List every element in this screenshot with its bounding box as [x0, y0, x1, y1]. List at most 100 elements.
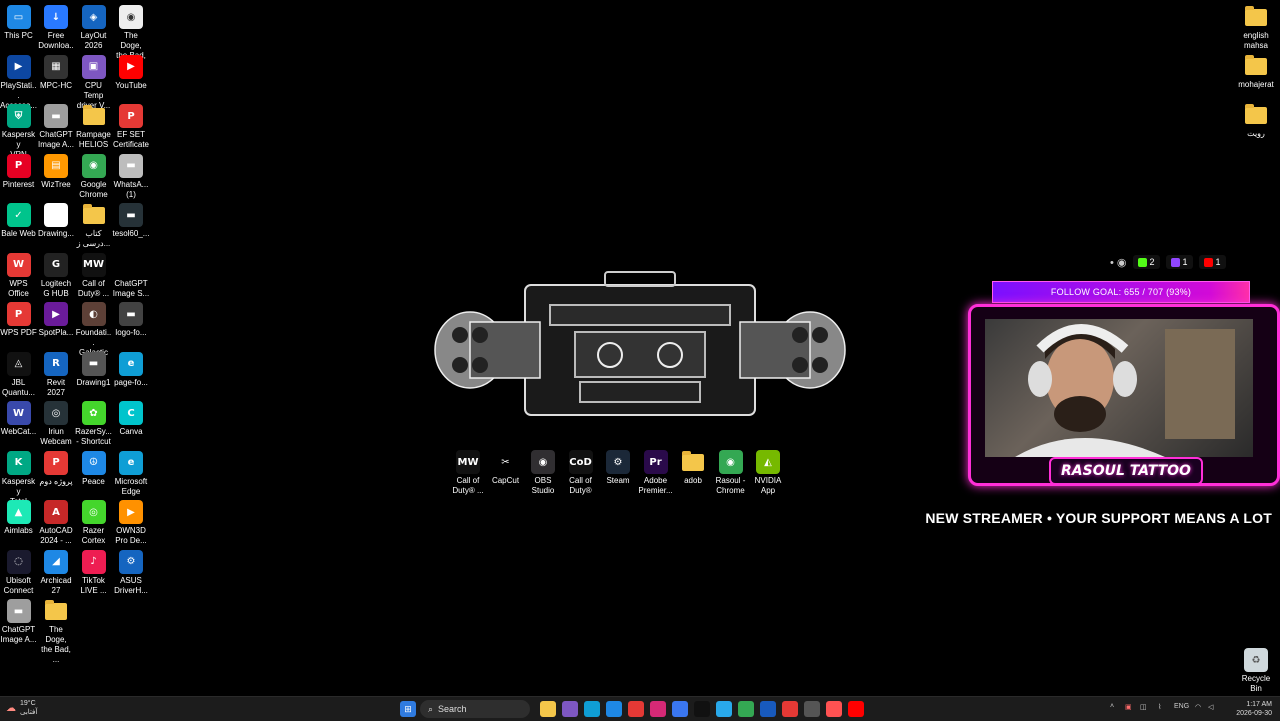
desktop-shortcut[interactable]: P WPS PDF: [0, 302, 37, 338]
snipping-icon[interactable]: [826, 701, 842, 717]
word-icon[interactable]: [760, 701, 776, 717]
document-icon: [44, 203, 68, 227]
desktop-shortcut[interactable]: ✿ RazerSy... - Shortcut: [75, 401, 112, 447]
tray-overflow-icon[interactable]: ˄: [1110, 703, 1114, 710]
desktop-shortcut[interactable]: ChatGPT Image S...: [113, 252, 150, 299]
youtube-icon[interactable]: [848, 701, 864, 717]
desktop-shortcut[interactable]: mohajerat: [1236, 54, 1276, 90]
desktop-shortcut[interactable]: Rampage HELIOS ...: [75, 104, 112, 160]
desktop-shortcut[interactable]: ◎ Razer Cortex: [75, 500, 112, 546]
kaspersky-vpn-icon: ⛨: [6, 104, 31, 128]
desktop-shortcut[interactable]: ⚙ Steam: [599, 450, 637, 486]
edge-icon[interactable]: [584, 701, 600, 717]
desktop-shortcut[interactable]: CoD Call of Duty®: [562, 450, 600, 496]
image-file-icon: ▬: [119, 302, 143, 326]
desktop-shortcut[interactable]: P EF SET Certificate: [113, 104, 150, 150]
desktop-shortcut[interactable]: ◌ Ubisoft Connect: [0, 549, 37, 596]
desktop-shortcut[interactable]: ▭ This PC: [0, 5, 37, 41]
desktop-shortcut[interactable]: P پروژه دوم: [38, 450, 75, 487]
taskbar-clock[interactable]: 1:17 AM 2026-09-30: [1236, 700, 1272, 718]
tray-network-icon[interactable]: ◫: [1140, 703, 1147, 711]
desktop-shortcut[interactable]: ▬ logo-fo...: [113, 302, 150, 338]
recycle-bin[interactable]: ♻ Recycle Bin: [1236, 648, 1276, 694]
desktop-shortcut[interactable]: ▶ SpotPla...: [38, 302, 75, 338]
chrome-icon[interactable]: [738, 701, 754, 717]
desktop-shortcut[interactable]: ↓Free Downloa...: [38, 5, 75, 61]
windows-start-icon[interactable]: ⊞: [400, 701, 416, 717]
desktop-shortcut[interactable]: ◉ Rasoul - Chrome: [712, 450, 750, 496]
desktop-shortcut[interactable]: ◭ NVIDIA App: [749, 450, 787, 496]
file-explorer-icon[interactable]: [540, 701, 556, 717]
desktop-shortcut[interactable]: ◈ LayOut 2026: [75, 5, 112, 51]
desktop-shortcut[interactable]: ▬ tesol60_...: [113, 203, 150, 239]
viewer-count-kick: 2: [1132, 255, 1160, 269]
microsoft-store-icon[interactable]: [606, 701, 622, 717]
desktop-shortcut[interactable]: ◢ Archicad 27: [38, 549, 75, 596]
tray-mic-icon[interactable]: ⌇: [1158, 703, 1161, 711]
desktop-shortcut[interactable]: ▬ WhatsA... (1): [113, 153, 150, 200]
desktop-shortcut-label: Archicad 27: [40, 575, 72, 595]
volume-icon[interactable]: ◁: [1208, 703, 1213, 711]
desktop-shortcut[interactable]: A AutoCAD 2024 - ...: [38, 500, 75, 546]
signal-icon[interactable]: [672, 701, 688, 717]
desktop-shortcut[interactable]: Pr Adobe Premier...: [637, 450, 675, 496]
desktop-shortcut[interactable]: Drawing...: [38, 203, 75, 239]
tiktok-icon[interactable]: [694, 701, 710, 717]
tray-app-icon[interactable]: ▣: [1125, 703, 1132, 711]
desktop-shortcut[interactable]: MW Call of Duty® ...: [449, 450, 487, 496]
desktop-shortcut-label: Steam: [606, 476, 630, 485]
wifi-icon[interactable]: ◠: [1195, 703, 1201, 711]
folder-icon: [1245, 55, 1267, 75]
desktop-shortcut[interactable]: W WPS Office: [0, 252, 37, 299]
desktop-shortcut[interactable]: ✂ CapCut: [487, 450, 525, 486]
premiere-icon: Pr: [643, 450, 668, 474]
desktop-shortcut[interactable]: ▲ Aimlabs: [0, 500, 37, 536]
desktop-shortcut[interactable]: C Canva: [113, 401, 150, 437]
desktop-shortcut[interactable]: The Doge, the Bad, ...: [38, 599, 75, 665]
desktop-shortcut[interactable]: ◉ OBS Studio: [524, 450, 562, 496]
desktop-shortcut[interactable]: ▶ OWN3D Pro De...: [113, 500, 150, 546]
desktop-shortcut[interactable]: G Logitech G HUB: [38, 252, 75, 299]
desktop-shortcut-label: WhatsA... (1): [113, 179, 149, 199]
wps-icon[interactable]: [628, 701, 644, 717]
desktop-shortcut[interactable]: P Pinterest: [0, 153, 37, 190]
kick-icon: [1137, 257, 1147, 267]
wps-office-icon[interactable]: [782, 701, 798, 717]
desktop-shortcut[interactable]: ▦ MPC-HC: [38, 54, 75, 91]
desktop-shortcut[interactable]: ◬ JBL Quantu...: [0, 351, 37, 398]
copilot-icon[interactable]: [562, 701, 578, 717]
desktop-shortcut[interactable]: ▬ ChatGPT Image A...: [0, 599, 37, 645]
desktop-shortcut[interactable]: ☮ Peace: [75, 450, 112, 487]
desktop-shortcut[interactable]: MW Call of Duty® ...: [75, 252, 112, 299]
telegram-icon[interactable]: [716, 701, 732, 717]
desktop-shortcut[interactable]: ▬ ChatGPT Image A...: [38, 104, 75, 150]
desktop-shortcut[interactable]: ▶PlayStati... Accesso...: [0, 54, 37, 111]
desktop-shortcut[interactable]: adob: [674, 450, 712, 486]
settings-icon[interactable]: [804, 701, 820, 717]
desktop-shortcut[interactable]: ◉ Google Chrome: [75, 153, 112, 200]
desktop-shortcut[interactable]: e Microsoft Edge: [113, 450, 150, 497]
desktop-shortcut[interactable]: کتاب درسی ز...: [75, 203, 112, 249]
desktop-shortcut[interactable]: ♪ TikTok LIVE ...: [75, 549, 112, 596]
desktop-shortcut[interactable]: ▶ YouTube: [113, 54, 150, 91]
desktop-shortcut[interactable]: ▤ WizTree: [38, 153, 75, 190]
desktop-shortcut-label: WPS Office: [8, 278, 29, 298]
desktop-shortcut[interactable]: e page-fo...: [113, 351, 150, 388]
desktop-shortcut[interactable]: R Revit 2027: [38, 351, 75, 398]
desktop-shortcut[interactable]: ⛨Kaspersky VPN: [0, 104, 37, 160]
desktop-shortcut[interactable]: ◎ Iriun Webcam: [38, 401, 75, 447]
chrome-doc-icon: ◉: [119, 5, 143, 29]
desktop-shortcut[interactable]: ✓ Bale Web: [0, 203, 37, 239]
weather-widget[interactable]: ☁ 19°C آفتابی: [6, 699, 37, 717]
desktop-shortcut[interactable]: رویت: [1236, 103, 1276, 139]
desktop-shortcut[interactable]: ⚙ ASUS DriverH...: [113, 549, 150, 596]
desktop-shortcut[interactable]: english mahsa: [1236, 5, 1276, 51]
desktop-shortcut[interactable]: ▬ Drawing1: [75, 351, 112, 388]
bale-icon: ✓: [6, 203, 31, 227]
nvidia-icon: ◭: [756, 450, 780, 474]
language-indicator[interactable]: ENG: [1174, 703, 1189, 710]
desktop-shortcut[interactable]: ▣CPU Temp driver V...: [75, 54, 112, 111]
instagram-icon[interactable]: [650, 701, 666, 717]
taskbar-search[interactable]: ⌕ Search: [420, 700, 530, 718]
desktop-shortcut[interactable]: W WebCat...: [0, 401, 37, 437]
